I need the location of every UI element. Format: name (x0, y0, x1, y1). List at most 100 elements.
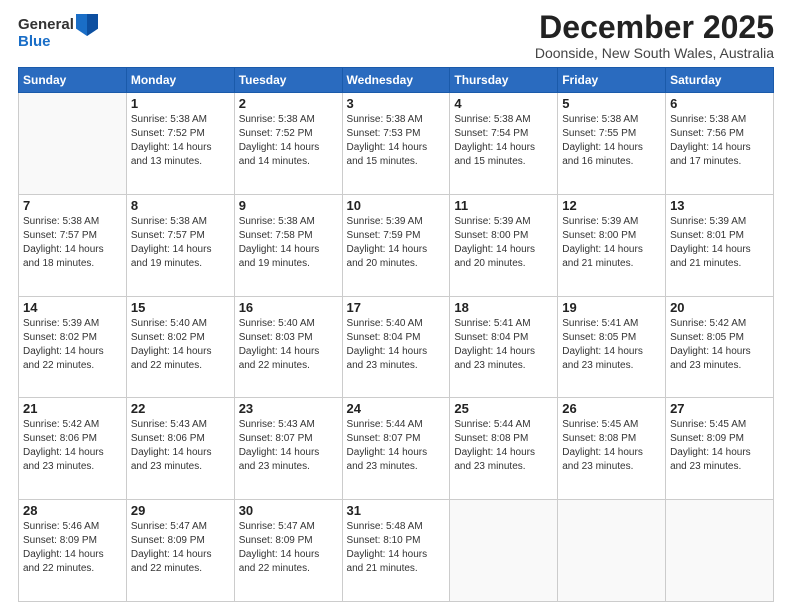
col-header-thursday: Thursday (450, 68, 558, 93)
calendar-cell: 9 Sunrise: 5:38 AM Sunset: 7:58 PM Daylig… (234, 194, 342, 296)
logo-icon (76, 14, 98, 36)
calendar-cell: 20Sunrise: 5:42 AM Sunset: 8:05 PM Dayli… (666, 296, 774, 398)
day-number: 12 (562, 198, 661, 213)
calendar-cell: 23Sunrise: 5:43 AM Sunset: 8:07 PM Dayli… (234, 398, 342, 500)
calendar-cell: 26 Sunrise: 5:45 AM Sunset: 8:08 PM Dayli… (558, 398, 666, 500)
calendar-cell: 17 Sunrise: 5:40 AM Sunset: 8:04 PM Dayli… (342, 296, 450, 398)
day-number: 17 (347, 300, 446, 315)
day-content: Sunrise: 5:47 AM Sunset: 8:09 PM Dayligh… (239, 520, 338, 576)
calendar-cell: 24Sunrise: 5:44 AM Sunset: 8:07 PM Dayli… (342, 398, 450, 500)
day-number: 8 (131, 198, 230, 213)
day-content: Sunrise: 5:39 AM Sunset: 8:01 PM Dayligh… (670, 215, 769, 271)
day-content: Sunrise: 5:38 AM Sunset: 7:52 PM Dayligh… (239, 113, 338, 169)
logo-blue: Blue (18, 34, 98, 51)
month-title: December 2025 (535, 10, 774, 45)
calendar-cell: 2 Sunrise: 5:38 AM Sunset: 7:52 PM Daylig… (234, 93, 342, 195)
calendar-cell: 7 Sunrise: 5:38 AM Sunset: 7:57 PM Daylig… (19, 194, 127, 296)
day-number: 13 (670, 198, 769, 213)
day-number: 21 (23, 401, 122, 416)
day-number: 2 (239, 96, 338, 111)
calendar-cell: 19Sunrise: 5:41 AM Sunset: 8:05 PM Dayli… (558, 296, 666, 398)
day-number: 28 (23, 503, 122, 518)
day-number: 7 (23, 198, 122, 213)
day-number: 16 (239, 300, 338, 315)
day-number: 23 (239, 401, 338, 416)
day-number: 22 (131, 401, 230, 416)
header: General Blue December 2025 Doonside, New… (18, 10, 774, 61)
day-number: 25 (454, 401, 553, 416)
calendar-cell (558, 500, 666, 602)
calendar-cell: 14 Sunrise: 5:39 AM Sunset: 8:02 PM Dayli… (19, 296, 127, 398)
day-content: Sunrise: 5:38 AM Sunset: 7:54 PM Dayligh… (454, 113, 553, 169)
day-content: Sunrise: 5:42 AM Sunset: 8:06 PM Dayligh… (23, 418, 122, 474)
location: Doonside, New South Wales, Australia (535, 45, 774, 61)
calendar-cell: 4 Sunrise: 5:38 AM Sunset: 7:54 PM Daylig… (450, 93, 558, 195)
day-content: Sunrise: 5:38 AM Sunset: 7:57 PM Dayligh… (23, 215, 122, 271)
calendar-cell: 6 Sunrise: 5:38 AM Sunset: 7:56 PM Daylig… (666, 93, 774, 195)
calendar-cell: 12Sunrise: 5:39 AM Sunset: 8:00 PM Dayli… (558, 194, 666, 296)
day-number: 29 (131, 503, 230, 518)
day-number: 31 (347, 503, 446, 518)
day-content: Sunrise: 5:39 AM Sunset: 8:02 PM Dayligh… (23, 317, 122, 373)
day-content: Sunrise: 5:44 AM Sunset: 8:08 PM Dayligh… (454, 418, 553, 474)
calendar-cell (666, 500, 774, 602)
day-content: Sunrise: 5:38 AM Sunset: 7:53 PM Dayligh… (347, 113, 446, 169)
day-content: Sunrise: 5:46 AM Sunset: 8:09 PM Dayligh… (23, 520, 122, 576)
logo: General Blue (18, 14, 98, 51)
day-content: Sunrise: 5:40 AM Sunset: 8:04 PM Dayligh… (347, 317, 446, 373)
day-content: Sunrise: 5:38 AM Sunset: 7:52 PM Dayligh… (131, 113, 230, 169)
day-number: 6 (670, 96, 769, 111)
day-content: Sunrise: 5:41 AM Sunset: 8:04 PM Dayligh… (454, 317, 553, 373)
page: General Blue December 2025 Doonside, New… (0, 0, 792, 612)
day-number: 24 (347, 401, 446, 416)
day-content: Sunrise: 5:39 AM Sunset: 7:59 PM Dayligh… (347, 215, 446, 271)
calendar-cell: 8 Sunrise: 5:38 AM Sunset: 7:57 PM Daylig… (126, 194, 234, 296)
day-number: 11 (454, 198, 553, 213)
calendar-cell: 29 Sunrise: 5:47 AM Sunset: 8:09 PM Dayli… (126, 500, 234, 602)
calendar-cell: 5Sunrise: 5:38 AM Sunset: 7:55 PM Daylig… (558, 93, 666, 195)
calendar-cell: 31 Sunrise: 5:48 AM Sunset: 8:10 PM Dayli… (342, 500, 450, 602)
week-row-4: 21 Sunrise: 5:42 AM Sunset: 8:06 PM Dayli… (19, 398, 774, 500)
calendar-cell: 10 Sunrise: 5:39 AM Sunset: 7:59 PM Dayli… (342, 194, 450, 296)
calendar-cell: 3 Sunrise: 5:38 AM Sunset: 7:53 PM Daylig… (342, 93, 450, 195)
day-content: Sunrise: 5:41 AM Sunset: 8:05 PM Dayligh… (562, 317, 661, 373)
week-row-5: 28 Sunrise: 5:46 AM Sunset: 8:09 PM Dayli… (19, 500, 774, 602)
calendar-header-row: SundayMondayTuesdayWednesdayThursdayFrid… (19, 68, 774, 93)
calendar-cell: 30 Sunrise: 5:47 AM Sunset: 8:09 PM Dayli… (234, 500, 342, 602)
calendar-cell: 15 Sunrise: 5:40 AM Sunset: 8:02 PM Dayli… (126, 296, 234, 398)
col-header-tuesday: Tuesday (234, 68, 342, 93)
day-number: 10 (347, 198, 446, 213)
day-number: 14 (23, 300, 122, 315)
col-header-monday: Monday (126, 68, 234, 93)
day-number: 26 (562, 401, 661, 416)
calendar-cell (450, 500, 558, 602)
day-content: Sunrise: 5:38 AM Sunset: 7:58 PM Dayligh… (239, 215, 338, 271)
calendar-cell: 28 Sunrise: 5:46 AM Sunset: 8:09 PM Dayli… (19, 500, 127, 602)
calendar-cell: 18 Sunrise: 5:41 AM Sunset: 8:04 PM Dayli… (450, 296, 558, 398)
day-content: Sunrise: 5:40 AM Sunset: 8:02 PM Dayligh… (131, 317, 230, 373)
day-content: Sunrise: 5:45 AM Sunset: 8:08 PM Dayligh… (562, 418, 661, 474)
title-block: December 2025 Doonside, New South Wales,… (535, 10, 774, 61)
calendar-cell: 27 Sunrise: 5:45 AM Sunset: 8:09 PM Dayli… (666, 398, 774, 500)
day-content: Sunrise: 5:38 AM Sunset: 7:57 PM Dayligh… (131, 215, 230, 271)
day-content: Sunrise: 5:48 AM Sunset: 8:10 PM Dayligh… (347, 520, 446, 576)
col-header-saturday: Saturday (666, 68, 774, 93)
day-number: 15 (131, 300, 230, 315)
day-number: 9 (239, 198, 338, 213)
calendar-cell: 22Sunrise: 5:43 AM Sunset: 8:06 PM Dayli… (126, 398, 234, 500)
day-content: Sunrise: 5:38 AM Sunset: 7:56 PM Dayligh… (670, 113, 769, 169)
day-content: Sunrise: 5:45 AM Sunset: 8:09 PM Dayligh… (670, 418, 769, 474)
day-number: 4 (454, 96, 553, 111)
calendar-cell: 1 Sunrise: 5:38 AM Sunset: 7:52 PM Daylig… (126, 93, 234, 195)
week-row-2: 7 Sunrise: 5:38 AM Sunset: 7:57 PM Daylig… (19, 194, 774, 296)
calendar-cell (19, 93, 127, 195)
day-number: 27 (670, 401, 769, 416)
logo-general: General (18, 17, 74, 34)
day-content: Sunrise: 5:47 AM Sunset: 8:09 PM Dayligh… (131, 520, 230, 576)
calendar-cell: 21 Sunrise: 5:42 AM Sunset: 8:06 PM Dayli… (19, 398, 127, 500)
day-number: 18 (454, 300, 553, 315)
day-number: 1 (131, 96, 230, 111)
day-number: 30 (239, 503, 338, 518)
week-row-3: 14 Sunrise: 5:39 AM Sunset: 8:02 PM Dayli… (19, 296, 774, 398)
day-number: 3 (347, 96, 446, 111)
